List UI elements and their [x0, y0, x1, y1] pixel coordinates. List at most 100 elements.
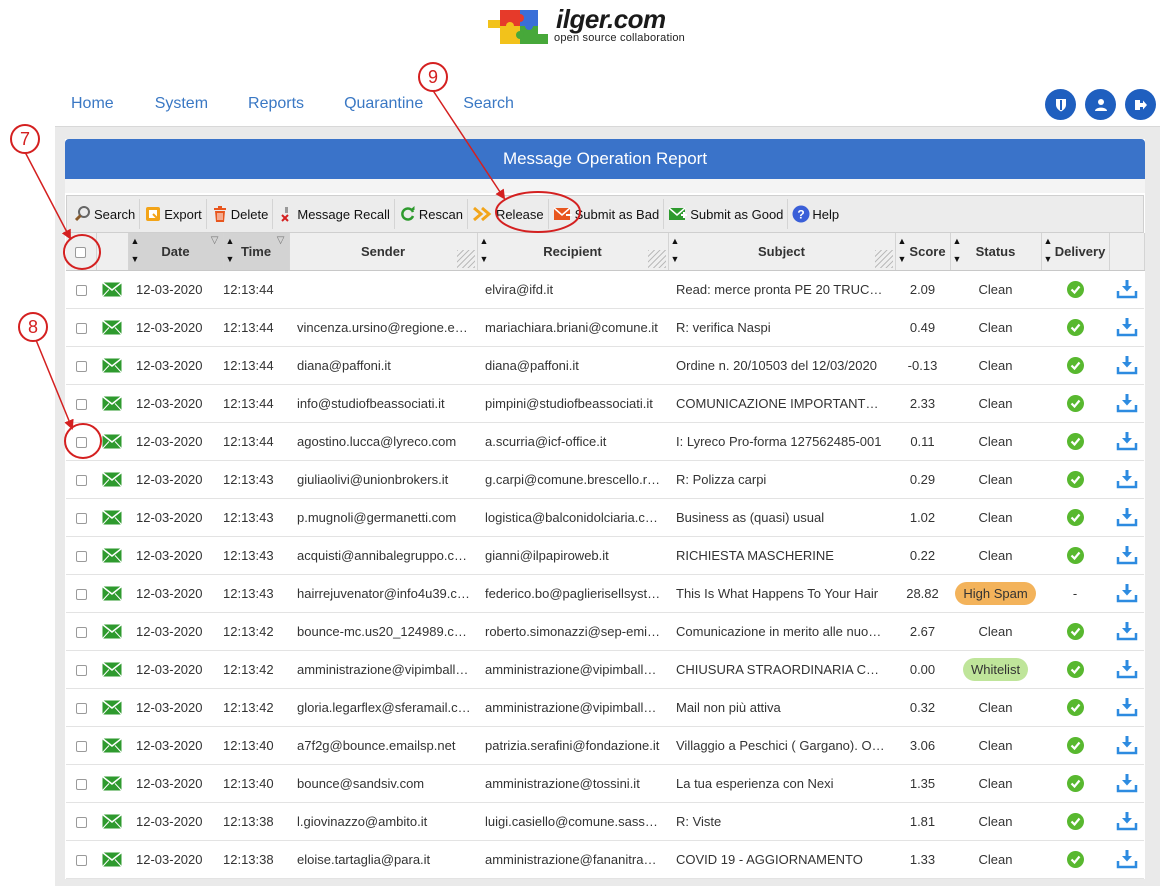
message-recall-button[interactable]: Message Recall	[276, 199, 395, 229]
table-row[interactable]: 12-03-2020 12:13:43 p.mugnoli@germanetti…	[66, 498, 1144, 537]
recipient-column-header[interactable]: ▲ ▼ Recipient	[477, 233, 669, 271]
nav-reports[interactable]: Reports	[248, 95, 304, 113]
row-checkbox[interactable]	[75, 778, 87, 790]
download-icon[interactable]	[1116, 469, 1138, 489]
table-row[interactable]: 12-03-2020 12:13:43 giuliaolivi@unionbro…	[66, 460, 1144, 499]
download-icon[interactable]	[1116, 507, 1138, 527]
download-cell	[1109, 764, 1144, 803]
resize-grip-icon[interactable]	[874, 249, 893, 268]
select-all-checkbox[interactable]	[75, 246, 87, 258]
resize-grip-icon[interactable]	[647, 249, 666, 268]
subject-cell: Comunicazione in merito alle nuove misur…	[668, 612, 895, 651]
download-icon[interactable]	[1116, 697, 1138, 717]
submit-as-good-button[interactable]: Submit as Good	[667, 199, 789, 229]
download-icon[interactable]	[1116, 355, 1138, 375]
table-row[interactable]: 12-03-2020 12:13:42 amministrazione@vipi…	[66, 650, 1144, 689]
export-button[interactable]: Export	[143, 199, 207, 229]
download-icon[interactable]	[1116, 545, 1138, 565]
table-row[interactable]: 12-03-2020 12:13:44 vincenza.ursino@regi…	[66, 308, 1144, 347]
time-column-header[interactable]: ▲ ▼ ▽ Time	[223, 233, 290, 271]
table-row[interactable]: 12-03-2020 12:13:44 diana@paffoni.it dia…	[66, 346, 1144, 385]
table-row[interactable]: 12-03-2020 12:13:44 agostino.lucca@lyrec…	[66, 422, 1144, 461]
row-checkbox[interactable]	[75, 664, 87, 676]
release-button[interactable]: Release	[471, 199, 549, 229]
download-icon[interactable]	[1116, 811, 1138, 831]
row-checkbox[interactable]	[75, 854, 87, 866]
row-checkbox[interactable]	[75, 322, 87, 334]
recipient-cell: amministrazione@vipimballaggi.it	[477, 650, 668, 689]
row-checkbox[interactable]	[75, 740, 87, 752]
subject-cell: Mail non più attiva	[668, 688, 895, 727]
table-row[interactable]: 12-03-2020 12:13:40 a7f2g@bounce.emailsp…	[66, 726, 1144, 765]
delivery-cell	[1041, 650, 1109, 689]
download-icon[interactable]	[1116, 773, 1138, 793]
row-checkbox[interactable]	[75, 626, 87, 638]
row-checkbox[interactable]	[75, 512, 87, 524]
row-checkbox[interactable]	[75, 816, 87, 828]
delete-button[interactable]: Delete	[210, 199, 274, 229]
table-row[interactable]: 12-03-2020 12:13:42 bounce-mc.us20_12498…	[66, 612, 1144, 651]
row-checkbox[interactable]	[75, 474, 87, 486]
user-icon[interactable]	[1085, 89, 1116, 120]
message-table: ▲ ▼ ▽ Date ▲ ▼ ▽ Time Sender ▲ ▼ Recipient ▲ ▼ Sub…	[66, 233, 1145, 879]
download-icon[interactable]	[1116, 735, 1138, 755]
check-circle-icon	[1066, 660, 1084, 678]
row-checkbox[interactable]	[75, 284, 87, 296]
row-checkbox[interactable]	[75, 398, 87, 410]
download-cell	[1109, 726, 1144, 765]
table-row[interactable]: 12-03-2020 12:13:38 eloise.tartaglia@par…	[66, 840, 1144, 879]
status-cell: Clean	[950, 308, 1041, 347]
recipient-cell: luigi.casiello@comune.sassuolo.it	[477, 802, 668, 841]
filter-icon[interactable]: ▽	[211, 235, 219, 246]
subject-cell: R: Viste	[668, 802, 895, 841]
nav-search[interactable]: Search	[463, 95, 514, 113]
download-icon[interactable]	[1116, 431, 1138, 451]
row-checkbox[interactable]	[75, 702, 87, 714]
sender-column-header[interactable]: Sender	[289, 233, 478, 271]
table-row[interactable]: 12-03-2020 12:13:44 info@studiofbeassoci…	[66, 384, 1144, 423]
table-row[interactable]: 12-03-2020 12:13:43 acquisti@annibalegru…	[66, 536, 1144, 575]
table-row[interactable]: 12-03-2020 12:13:40 bounce@sandsiv.com a…	[66, 764, 1144, 803]
recipient-cell: amministrazione@fananitrasporti.it	[477, 840, 668, 879]
submit-as-bad-button[interactable]: Submit as Bad	[552, 199, 665, 229]
help-button[interactable]: ? Help	[791, 199, 843, 229]
row-select-cell	[66, 688, 96, 727]
date-column-header[interactable]: ▲ ▼ ▽ Date	[128, 233, 224, 271]
type-cell	[96, 270, 128, 309]
status-column-header[interactable]: ▲ ▼ Status	[950, 233, 1042, 271]
status-text: Clean	[978, 775, 1013, 791]
nav-home[interactable]: Home	[71, 95, 114, 113]
date-cell: 12-03-2020	[128, 460, 223, 499]
score-cell: 3.06	[895, 726, 950, 765]
rescan-button[interactable]: Rescan	[398, 199, 468, 229]
search-button[interactable]: Search	[73, 199, 141, 229]
nav-system[interactable]: System	[155, 95, 208, 113]
row-checkbox[interactable]	[75, 436, 87, 448]
download-icon[interactable]	[1116, 583, 1138, 603]
download-icon[interactable]	[1116, 849, 1138, 869]
download-icon[interactable]	[1116, 393, 1138, 413]
row-checkbox[interactable]	[75, 360, 87, 372]
table-row[interactable]: 12-03-2020 12:13:44 elvira@ifd.it Read: …	[66, 270, 1144, 309]
download-icon[interactable]	[1116, 659, 1138, 679]
row-checkbox[interactable]	[75, 588, 87, 600]
resize-grip-icon[interactable]	[456, 249, 475, 268]
download-icon[interactable]	[1116, 279, 1138, 299]
table-row[interactable]: 12-03-2020 12:13:38 l.giovinazzo@ambito.…	[66, 802, 1144, 841]
logout-icon[interactable]	[1125, 89, 1156, 120]
row-checkbox[interactable]	[75, 550, 87, 562]
download-icon[interactable]	[1116, 317, 1138, 337]
shield-icon[interactable]	[1045, 89, 1076, 120]
table-row[interactable]: 12-03-2020 12:13:43 hairrejuvenator@info…	[66, 574, 1144, 613]
delivery-cell	[1041, 498, 1109, 537]
table-row[interactable]: 12-03-2020 12:13:42 gloria.legarflex@sfe…	[66, 688, 1144, 727]
nav-quarantine[interactable]: Quarantine	[344, 95, 423, 113]
filter-icon[interactable]: ▽	[277, 235, 285, 246]
delivery-cell	[1041, 726, 1109, 765]
download-icon[interactable]	[1116, 621, 1138, 641]
check-circle-icon	[1066, 318, 1084, 336]
delivery-column-header[interactable]: ▲ ▼ Delivery	[1041, 233, 1110, 271]
help-button-label: Help	[812, 206, 840, 222]
subject-column-header[interactable]: ▲ ▼ Subject	[668, 233, 896, 271]
score-column-header[interactable]: ▲ ▼ Score	[895, 233, 951, 271]
